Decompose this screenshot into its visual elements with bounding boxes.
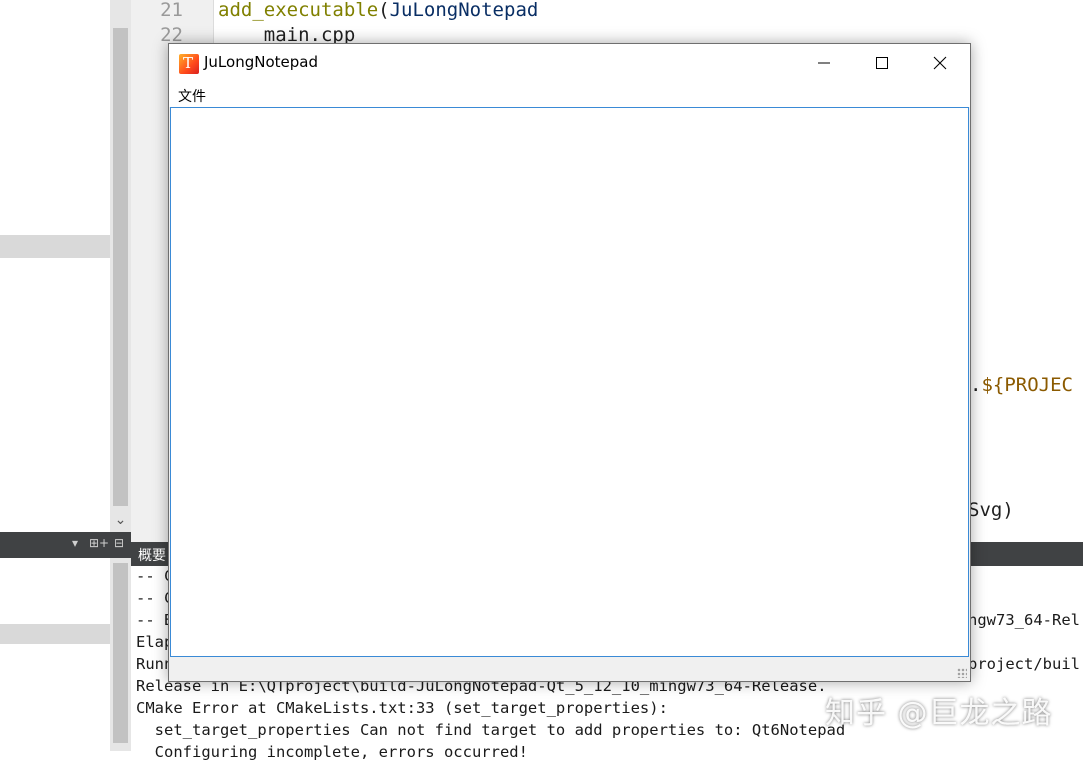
close-button[interactable] — [911, 44, 969, 81]
menu-file[interactable]: 文件 — [178, 86, 206, 106]
dropdown-arrow-icon[interactable]: ▾ — [72, 536, 78, 550]
output-pane-title[interactable]: 概要 — [138, 545, 166, 565]
minimize-button[interactable] — [795, 44, 853, 81]
code-fragment-var: ${PROJEC — [981, 374, 1073, 396]
window-title: JuLongNotepad — [204, 53, 318, 71]
window-titlebar[interactable]: T JuLongNotepad — [169, 44, 970, 81]
status-bar — [169, 657, 970, 681]
app-icon: T — [179, 54, 199, 74]
maximize-button[interactable] — [853, 44, 911, 81]
menu-bar: 文件 — [169, 81, 970, 107]
code-fragment-dot: . — [970, 374, 982, 396]
close-pane-icon[interactable]: ⊟ — [114, 536, 124, 550]
app-icon-letter: T — [183, 54, 194, 72]
notepad-window: T JuLongNotepad 文件 — [168, 43, 971, 682]
watermark: 知乎 @巨龙之路 — [825, 696, 1053, 731]
output-fragment: ngw73_64-Rel — [968, 611, 1080, 629]
scroll-down-arrow-icon[interactable]: ⌄ — [110, 510, 131, 530]
lower-left-scrollbar[interactable] — [110, 558, 131, 751]
text-edit-area[interactable] — [170, 107, 969, 657]
code-fragment-svg: Svg) — [968, 499, 1014, 521]
lower-left-toolbar: ▾ ⊞+ ⊟ — [0, 532, 131, 558]
scrollbar-thumb[interactable] — [113, 563, 128, 743]
close-icon — [933, 56, 947, 70]
code-paren: ( — [378, 0, 390, 21]
output-line: Configuring incomplete, errors occurred! — [136, 743, 528, 761]
open-documents-selected-row[interactable] — [0, 624, 110, 644]
code-function: add_executable — [218, 0, 379, 21]
code-line-21[interactable]: add_executable(JuLongNotepad — [218, 0, 538, 21]
project-tree-panel — [0, 0, 110, 532]
resize-grip-icon[interactable] — [957, 668, 967, 678]
split-icon[interactable]: ⊞+ — [89, 536, 109, 550]
code-fragment-project: .${PROJEC — [970, 374, 1073, 396]
scrollbar-thumb[interactable] — [113, 28, 128, 506]
minimize-icon — [818, 62, 830, 64]
output-line-error: CMake Error at CMakeLists.txt:33 (set_ta… — [136, 699, 668, 717]
line-number: 21 — [160, 0, 183, 21]
output-line-error: set_target_properties Can not find targe… — [136, 721, 846, 739]
code-target-name: JuLongNotepad — [389, 0, 539, 21]
open-documents-panel — [0, 558, 110, 751]
project-tree-scrollbar[interactable]: ⌄ — [110, 0, 131, 532]
maximize-icon — [876, 57, 888, 69]
project-tree-selected-row[interactable] — [0, 235, 110, 258]
output-fragment: project/buil — [968, 655, 1080, 673]
